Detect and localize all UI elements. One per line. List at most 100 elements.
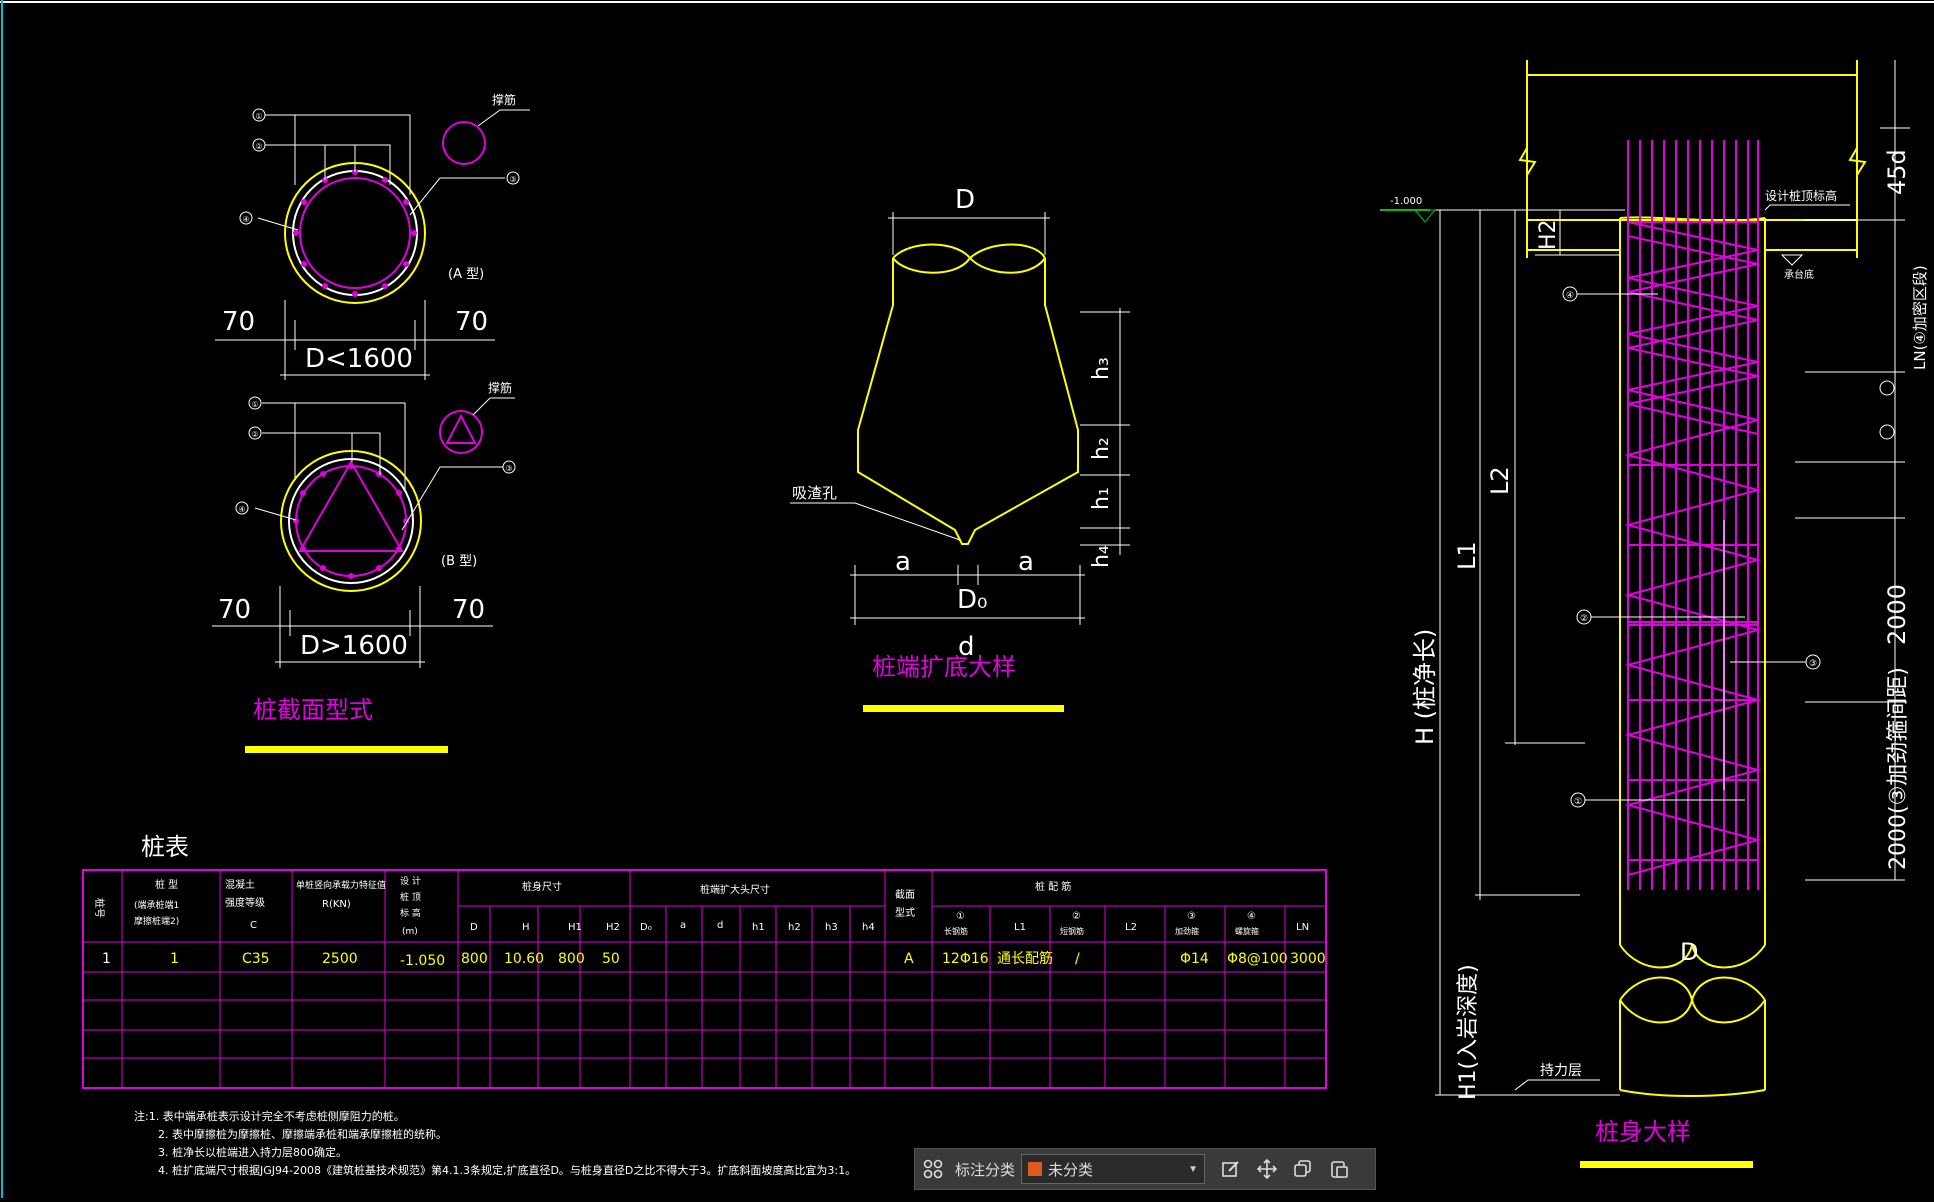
svg-text:通长配筋: 通长配筋 — [997, 950, 1053, 967]
callout-4-b: ④ — [238, 505, 245, 514]
table-title: 桩表 — [141, 833, 189, 861]
th-concrete-sub: 强度等级 — [225, 896, 265, 909]
svg-text:1: 1 — [170, 951, 179, 967]
table-row: 1 1 C35 2500 -1.050 800 10.60 800 50 A 1… — [102, 950, 1326, 969]
move-icon[interactable] — [1249, 1151, 1285, 1187]
dim-L1: L1 — [1453, 541, 1481, 570]
dim-2000-b: 2000(③加劲箍间距) — [1886, 667, 1911, 870]
paste-icon[interactable] — [1321, 1151, 1357, 1187]
end-title-underline — [863, 705, 1064, 712]
end-D: D — [955, 185, 975, 215]
th-concrete: 混凝土 — [225, 878, 255, 891]
th-elev2: 桩 顶 — [400, 891, 421, 903]
th-h2: h2 — [788, 922, 801, 933]
dim-H: H (桩净长) — [1411, 629, 1439, 745]
cap-label: 承台底 — [1784, 268, 1814, 281]
th-type-sub1: (端承桩端1 — [134, 899, 179, 911]
section-type-a: ① ② ③ ④ 撑筋 (A 型) 70 70 D<1600 — [215, 92, 530, 380]
th-no: 桩号 — [93, 898, 106, 918]
category-select-value: 未分类 — [1048, 1161, 1094, 1179]
svg-text:10.60: 10.60 — [504, 951, 544, 967]
dim-LN: LN(④加密区段) — [1911, 265, 1929, 370]
cad-drawing-canvas[interactable]: ① ② ③ ④ 撑筋 (A 型) 70 70 D<1600 ① ② ③ ④ 撑筋… — [0, 0, 1934, 1198]
offset-left-b: 70 — [218, 595, 251, 625]
svg-text:/: / — [1075, 951, 1080, 967]
section-title-underline — [245, 746, 448, 753]
th-a: a — [680, 920, 686, 931]
th-D: D — [470, 922, 478, 933]
th-type: 桩 型 — [155, 878, 178, 891]
offset-right-a: 70 — [455, 307, 488, 337]
th-L1: L1 — [1014, 922, 1026, 933]
svg-text:800: 800 — [461, 951, 488, 967]
svg-text:Φ14: Φ14 — [1180, 951, 1209, 967]
th-r4: ④ — [1247, 911, 1256, 922]
svg-text:注:1. 表中端承桩表示设计完全不考虑桩侧摩阻力的桩。: 注:1. 表中端承桩表示设计完全不考虑桩侧摩阻力的桩。 — [134, 1109, 405, 1123]
th-H2: H2 — [606, 922, 620, 933]
svg-text:4. 桩扩底端尺寸根据JGJ94-2008《建筑桩基技术规范: 4. 桩扩底端尺寸根据JGJ94-2008《建筑桩基技术规范》第4.1.3条规定… — [158, 1163, 856, 1177]
hole-label: 吸渣孔 — [792, 484, 837, 502]
chevron-down-icon: ▼ — [1188, 1163, 1199, 1175]
th-r3-sub: 加劲箍 — [1175, 926, 1199, 936]
support-label-b: 撑筋 — [488, 380, 512, 395]
dim-H2: H2 — [1536, 219, 1561, 250]
end-h1: h₁ — [1089, 487, 1114, 510]
type-a-label: (A 型) — [448, 267, 484, 282]
th-r1: ① — [956, 911, 965, 922]
type-b-label: (B 型) — [441, 554, 477, 569]
callout-3-b: ③ — [505, 464, 512, 473]
svg-text:12Φ16: 12Φ16 — [942, 951, 989, 967]
copy-icon[interactable] — [1285, 1151, 1321, 1187]
body-callout-1: ① — [1574, 797, 1582, 807]
dim-2000-a: 2000 — [1883, 584, 1911, 645]
th-end-dims: 桩端扩大头尺寸 — [700, 883, 770, 896]
category-select[interactable]: 未分类 ▼ — [1021, 1154, 1206, 1184]
callout-2: ② — [255, 142, 262, 151]
th-d: d — [717, 920, 723, 931]
grid-icon[interactable] — [915, 1151, 951, 1187]
support-label-a: 撑筋 — [492, 92, 516, 107]
svg-text:2500: 2500 — [322, 951, 358, 967]
th-r3: ③ — [1187, 911, 1196, 922]
edit-icon[interactable] — [1213, 1151, 1249, 1187]
body-detail: D -1.000 设计桩顶标高 承台底 45d LN(④加密区段) 2000 2… — [1380, 60, 1929, 1100]
dim-b: D>1600 — [300, 631, 408, 661]
th-h4: h4 — [862, 922, 875, 933]
th-D0: D₀ — [640, 922, 652, 933]
end-title: 桩端扩底大样 — [872, 653, 1016, 681]
annotation-toolbar: 标注分类 未分类 ▼ — [914, 1148, 1376, 1190]
th-H: H — [522, 922, 530, 933]
table-notes: 注:1. 表中端承桩表示设计完全不考虑桩侧摩阻力的桩。 2. 表中摩擦桩为摩擦桩… — [134, 1109, 856, 1177]
th-type-sub2: 摩擦桩端2) — [134, 915, 179, 927]
category-color-swatch — [1028, 1162, 1043, 1176]
end-h2: h₂ — [1089, 437, 1114, 460]
th-H1: H1 — [568, 922, 582, 933]
top-label: 设计桩顶标高 — [1765, 188, 1837, 203]
th-reinf: 桩 配 筋 — [1035, 880, 1071, 893]
svg-text:2. 表中摩擦桩为摩擦桩、摩擦端承桩和端承摩擦桩的统称。: 2. 表中摩擦桩为摩擦桩、摩擦端承桩和端承摩擦桩的统称。 — [158, 1127, 447, 1141]
bearing-label: 持力层 — [1540, 1063, 1582, 1079]
svg-text:-1.050: -1.050 — [400, 953, 445, 969]
end-h4: h₄ — [1089, 545, 1114, 568]
th-r2: ② — [1072, 911, 1081, 922]
svg-text:1: 1 — [102, 951, 111, 967]
svg-text:C35: C35 — [242, 951, 270, 967]
th-body-dims: 桩身尺寸 — [522, 880, 562, 893]
th-r2-sub: 短钢筋 — [1060, 926, 1084, 936]
cad-drawing: ① ② ③ ④ 撑筋 (A 型) 70 70 D<1600 ① ② ③ ④ 撑筋… — [0, 0, 1934, 1198]
body-callout-4: ④ — [1566, 291, 1574, 301]
annotation-category-label: 标注分类 — [955, 1161, 1016, 1179]
callout-4: ④ — [242, 215, 249, 224]
dim-H1: H1(入岩深度) — [1456, 964, 1481, 1100]
callout-3: ③ — [509, 175, 516, 184]
dim-L2: L2 — [1486, 466, 1514, 495]
dim-a: D<1600 — [305, 344, 413, 374]
th-capacity-unit: R(KN) — [322, 899, 351, 910]
th-section: 截面 — [895, 888, 915, 901]
dim-45d: 45d — [1883, 149, 1911, 195]
pile-table: 桩号 桩 型 (端承桩端1 摩擦桩端2) 混凝土 强度等级 C 单桩竖向承载力特… — [82, 869, 1327, 1089]
section-type-b: ① ② ③ ④ 撑筋 (B 型) 70 70 D>1600 — [212, 380, 516, 668]
svg-text:3000: 3000 — [1290, 951, 1326, 967]
th-h3: h3 — [825, 922, 838, 933]
callout-1-b: ① — [251, 400, 258, 409]
